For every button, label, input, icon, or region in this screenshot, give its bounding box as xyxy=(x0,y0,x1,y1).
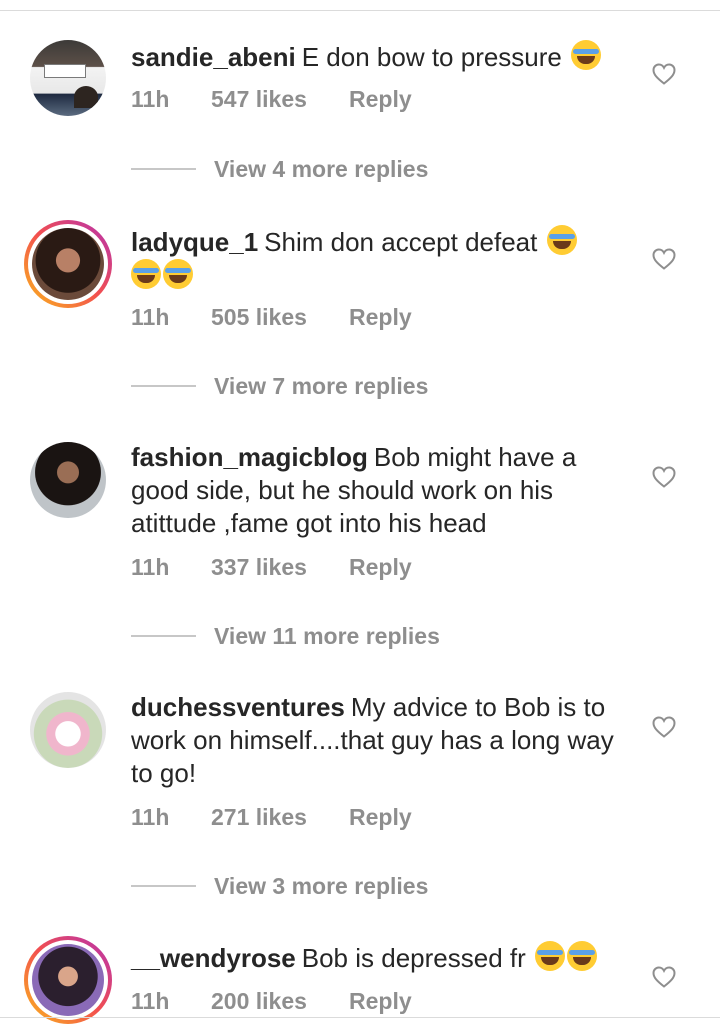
comment-likes[interactable]: 547 likes xyxy=(211,84,349,114)
tears-of-joy-emoji-icon xyxy=(131,259,161,289)
tears-of-joy-emoji-icon xyxy=(567,941,597,971)
avatar[interactable] xyxy=(24,686,112,774)
comment-username[interactable]: __wendyrose xyxy=(131,943,296,973)
comment-meta: 11h 505 likes Reply xyxy=(131,302,412,332)
avatar-image xyxy=(30,442,106,518)
comment-time: 11h xyxy=(131,554,170,580)
comment-text: Shim don accept defeat xyxy=(264,227,538,257)
top-divider xyxy=(0,10,720,11)
view-replies-label: View 3 more replies xyxy=(214,872,429,899)
reply-button[interactable]: Reply xyxy=(349,84,412,114)
avatar[interactable] xyxy=(24,436,112,524)
tears-of-joy-emoji-icon xyxy=(546,225,577,255)
avatar-image xyxy=(32,944,104,1016)
comment-body: duchessventures My advice to Bob is to wo… xyxy=(131,691,631,790)
heart-outline-icon[interactable] xyxy=(652,248,676,270)
heart-outline-icon[interactable] xyxy=(652,466,676,488)
comment-body: ladyque_1 Shim don accept defeat xyxy=(131,225,631,293)
replies-divider xyxy=(131,168,196,170)
avatar[interactable] xyxy=(24,34,112,122)
reply-button[interactable]: Reply xyxy=(349,802,412,832)
comment-username[interactable]: sandie_abeni xyxy=(131,42,296,72)
comment-username[interactable]: duchessventures xyxy=(131,692,345,722)
comment-username[interactable]: fashion_magicblog xyxy=(131,442,368,472)
avatar[interactable] xyxy=(24,936,112,1024)
comment-meta: 11h 337 likes Reply xyxy=(131,552,412,582)
comment-likes[interactable]: 271 likes xyxy=(211,802,349,832)
comment-body: fashion_magicblog Bob might have a good s… xyxy=(131,441,611,540)
bottom-divider xyxy=(0,1017,720,1018)
comment-time: 11h xyxy=(131,988,170,1014)
comment-time: 11h xyxy=(131,304,170,330)
comment-text: E don bow to pressure xyxy=(301,42,562,72)
tears-of-joy-emoji-icon xyxy=(163,259,193,289)
avatar-image xyxy=(32,228,104,300)
comment-likes[interactable]: 505 likes xyxy=(211,302,349,332)
view-replies-button[interactable]: View 3 more replies xyxy=(131,871,428,901)
view-replies-button[interactable]: View 4 more replies xyxy=(131,154,428,184)
reply-button[interactable]: Reply xyxy=(349,302,412,332)
reply-button[interactable]: Reply xyxy=(349,986,412,1016)
comment-username[interactable]: ladyque_1 xyxy=(131,227,258,257)
replies-divider xyxy=(131,885,196,887)
comment-time: 11h xyxy=(131,86,170,112)
heart-outline-icon[interactable] xyxy=(652,63,676,85)
view-replies-button[interactable]: View 11 more replies xyxy=(131,621,440,651)
avatar-image xyxy=(30,692,106,768)
replies-divider xyxy=(131,635,196,637)
comment-meta: 11h 200 likes Reply xyxy=(131,986,412,1016)
view-replies-label: View 4 more replies xyxy=(214,155,429,182)
avatar-image xyxy=(30,40,106,116)
comment-likes[interactable]: 337 likes xyxy=(211,552,349,582)
tears-of-joy-emoji-icon xyxy=(535,941,565,971)
heart-outline-icon[interactable] xyxy=(652,966,676,988)
comment-text: Bob is depressed fr xyxy=(301,943,526,973)
view-replies-label: View 7 more replies xyxy=(214,372,429,399)
comment-meta: 11h 547 likes Reply xyxy=(131,84,412,114)
tears-of-joy-emoji-icon xyxy=(571,40,602,70)
view-replies-label: View 11 more replies xyxy=(214,622,440,649)
comment-body: __wendyrose Bob is depressed fr xyxy=(131,941,631,975)
avatar[interactable] xyxy=(24,220,112,308)
comment-likes[interactable]: 200 likes xyxy=(211,986,349,1016)
heart-outline-icon[interactable] xyxy=(652,716,676,738)
comment-body: sandie_abeni E don bow to pressure xyxy=(131,40,631,74)
reply-button[interactable]: Reply xyxy=(349,552,412,582)
view-replies-button[interactable]: View 7 more replies xyxy=(131,371,428,401)
comment-time: 11h xyxy=(131,804,170,830)
comment-meta: 11h 271 likes Reply xyxy=(131,802,412,832)
replies-divider xyxy=(131,385,196,387)
